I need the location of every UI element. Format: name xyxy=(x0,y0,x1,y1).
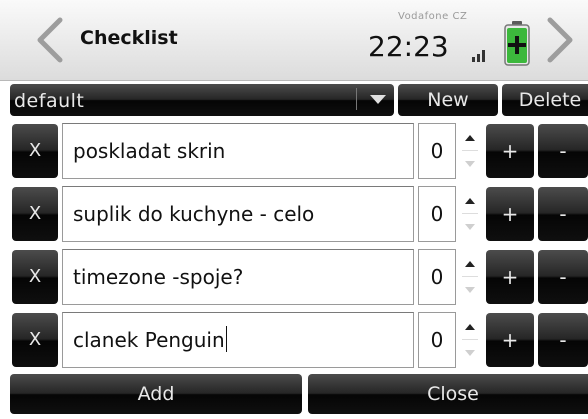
decrement-button[interactable]: - xyxy=(538,250,588,304)
item-text: poskladat skrin xyxy=(73,139,226,163)
checklist-row: X poskladat skrin 0 + - xyxy=(0,120,588,179)
spin-up-icon[interactable] xyxy=(465,261,475,267)
signal-icon xyxy=(472,50,485,62)
count-spinner[interactable] xyxy=(458,249,482,305)
battery-charging-icon xyxy=(504,21,530,66)
decrement-button[interactable]: - xyxy=(538,124,588,178)
increment-button[interactable]: + xyxy=(486,124,534,178)
spin-up-icon[interactable] xyxy=(465,198,475,204)
select-divider xyxy=(356,88,357,110)
delete-list-button[interactable]: Delete xyxy=(502,84,588,116)
spin-down-icon[interactable] xyxy=(465,161,475,167)
count-spinner[interactable] xyxy=(458,186,482,242)
count-spinner[interactable] xyxy=(458,123,482,179)
increment-button[interactable]: + xyxy=(486,187,534,241)
decrement-button[interactable]: - xyxy=(538,187,588,241)
spin-down-icon[interactable] xyxy=(465,350,475,356)
close-button[interactable]: Close xyxy=(308,374,588,414)
spin-up-icon[interactable] xyxy=(465,324,475,330)
checklist-row: X suplik do kuchyne - celo 0 + - xyxy=(0,183,588,242)
checklist-row: X clanek Penguin 0 + - xyxy=(0,309,588,368)
remove-item-button[interactable]: X xyxy=(12,187,58,241)
spin-divider xyxy=(462,213,478,214)
remove-item-button[interactable]: X xyxy=(12,313,58,367)
item-text: timezone -spoje? xyxy=(73,265,244,289)
add-item-button[interactable]: Add xyxy=(10,374,302,414)
spin-down-icon[interactable] xyxy=(465,224,475,230)
count-spinner[interactable] xyxy=(458,312,482,368)
title-bar: Checklist Vodafone CZ 22:23 xyxy=(0,0,588,81)
carrier-name: Vodafone CZ xyxy=(398,11,468,22)
spin-divider xyxy=(462,339,478,340)
clock: 22:23 xyxy=(368,30,449,63)
increment-button[interactable]: + xyxy=(486,313,534,367)
increment-button[interactable]: + xyxy=(486,250,534,304)
item-text: clanek Penguin xyxy=(73,328,225,352)
spin-down-icon[interactable] xyxy=(465,287,475,293)
item-text: suplik do kuchyne - celo xyxy=(73,202,315,226)
decrement-button[interactable]: - xyxy=(538,313,588,367)
item-text-field[interactable]: timezone -spoje? xyxy=(62,249,414,305)
text-cursor xyxy=(225,326,227,352)
item-text-field[interactable]: clanek Penguin xyxy=(62,312,414,368)
spin-divider xyxy=(462,150,478,151)
item-count-field[interactable]: 0 xyxy=(418,123,456,179)
item-count-field[interactable]: 0 xyxy=(418,249,456,305)
spin-up-icon[interactable] xyxy=(465,135,475,141)
list-select[interactable]: default xyxy=(10,84,394,116)
checklist-row: X timezone -spoje? 0 + - xyxy=(0,246,588,305)
new-list-button[interactable]: New xyxy=(398,84,498,116)
item-count-field[interactable]: 0 xyxy=(418,312,456,368)
remove-item-button[interactable]: X xyxy=(12,124,58,178)
item-count-field[interactable]: 0 xyxy=(418,186,456,242)
chevron-right-icon[interactable] xyxy=(540,14,580,66)
spin-divider xyxy=(462,276,478,277)
list-select-value: default xyxy=(14,90,85,112)
chevron-left-icon[interactable] xyxy=(30,14,70,66)
dropdown-caret-icon xyxy=(370,95,386,104)
remove-item-button[interactable]: X xyxy=(12,250,58,304)
page-title: Checklist xyxy=(80,27,178,49)
item-text-field[interactable]: poskladat skrin xyxy=(62,123,414,179)
item-text-field[interactable]: suplik do kuchyne - celo xyxy=(62,186,414,242)
